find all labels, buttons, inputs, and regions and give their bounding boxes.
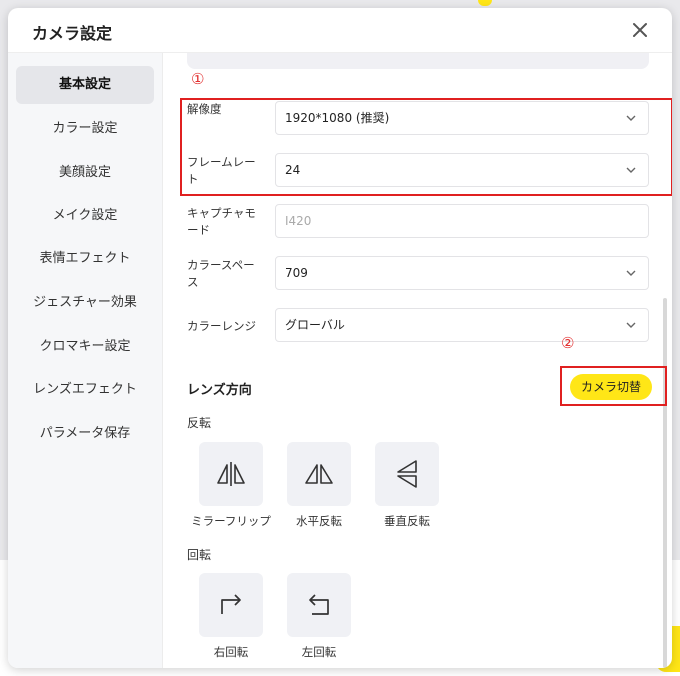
camera-switch-button[interactable]: カメラ切替 <box>570 374 652 400</box>
framerate-label: フレームレート <box>187 155 256 186</box>
framerate-value: 24 <box>285 163 301 177</box>
color-range-label: カラーレンジ <box>187 319 256 333</box>
flip-label: 反転 <box>187 416 212 430</box>
sidebar-item-makeup[interactable]: メイク設定 <box>16 197 154 235</box>
resolution-select[interactable]: 1920*1080 (推奨) <box>275 101 649 135</box>
sidebar-item-beauty[interactable]: 美顔設定 <box>16 154 154 192</box>
sidebar-item-chromakey[interactable]: クロマキー設定 <box>16 328 154 366</box>
chevron-down-icon <box>626 115 636 121</box>
sidebar-item-gesture[interactable]: ジェスチャー効果 <box>16 284 154 322</box>
sidebar-item-color[interactable]: カラー設定 <box>16 110 154 148</box>
lens-direction-title: レンズ方向 <box>187 383 252 398</box>
annotation-marker-1: ① <box>191 70 205 88</box>
vertical-flip-label: 垂直反転 <box>384 514 430 528</box>
sidebar-item-lens-effect[interactable]: レンズエフェクト <box>16 371 154 409</box>
settings-content: ① 解像度 1920*1080 (推奨) フレームレート 24 キャプチャモード… <box>163 53 672 668</box>
rotate-label: 回転 <box>187 548 212 562</box>
capture-mode-label: キャプチャモード <box>187 206 256 237</box>
dialog-title: カメラ設定 <box>32 24 113 43</box>
rotate-left-icon <box>309 594 329 615</box>
horizontal-flip-label: 水平反転 <box>296 514 342 528</box>
chevron-down-icon <box>626 167 636 173</box>
mirror-flip-icon <box>217 462 245 486</box>
top-panel-edge <box>187 53 649 69</box>
close-icon[interactable] <box>628 18 652 42</box>
sidebar-item-basic[interactable]: 基本設定 <box>16 66 154 104</box>
sidebar-item-parameter-save[interactable]: パラメータ保存 <box>16 415 154 453</box>
resolution-label: 解像度 <box>187 102 222 116</box>
horizontal-flip-icon <box>305 464 333 484</box>
color-space-value: 709 <box>285 266 308 280</box>
annotation-marker-2: ② <box>561 334 575 352</box>
rotate-right-label: 右回転 <box>213 645 249 659</box>
capture-mode-field: I420 <box>275 204 649 238</box>
chevron-down-icon <box>626 322 636 328</box>
camera-settings-dialog: カメラ設定 基本設定 カラー設定 美顔設定 メイク設定 表情エフェクト ジェスチ… <box>8 8 672 668</box>
vertical-flip-icon <box>397 460 417 488</box>
scrollbar[interactable] <box>663 298 667 668</box>
horizontal-flip-tile[interactable] <box>287 442 351 506</box>
framerate-select[interactable]: 24 <box>275 153 649 187</box>
color-space-select[interactable]: 709 <box>275 256 649 290</box>
dialog-header: カメラ設定 <box>8 8 672 53</box>
rotate-right-icon <box>221 594 241 614</box>
chevron-down-icon <box>626 270 636 276</box>
color-space-label: カラースペース <box>187 258 255 289</box>
vertical-flip-tile[interactable] <box>375 442 439 506</box>
rotate-left-label: 左回転 <box>301 645 337 659</box>
settings-sidebar: 基本設定 カラー設定 美顔設定 メイク設定 表情エフェクト ジェスチャー効果 ク… <box>8 53 163 668</box>
color-range-value: グローバル <box>285 318 345 332</box>
background-accent <box>478 0 492 6</box>
resolution-value: 1920*1080 (推奨) <box>285 111 390 125</box>
mirror-flip-label: ミラーフリップ <box>191 514 271 528</box>
capture-mode-value: I420 <box>285 214 312 228</box>
color-range-select[interactable]: グローバル <box>275 308 649 342</box>
sidebar-item-expression[interactable]: 表情エフェクト <box>16 240 154 278</box>
mirror-flip-tile[interactable] <box>199 442 263 506</box>
rotate-right-tile[interactable] <box>199 573 263 637</box>
rotate-left-tile[interactable] <box>287 573 351 637</box>
